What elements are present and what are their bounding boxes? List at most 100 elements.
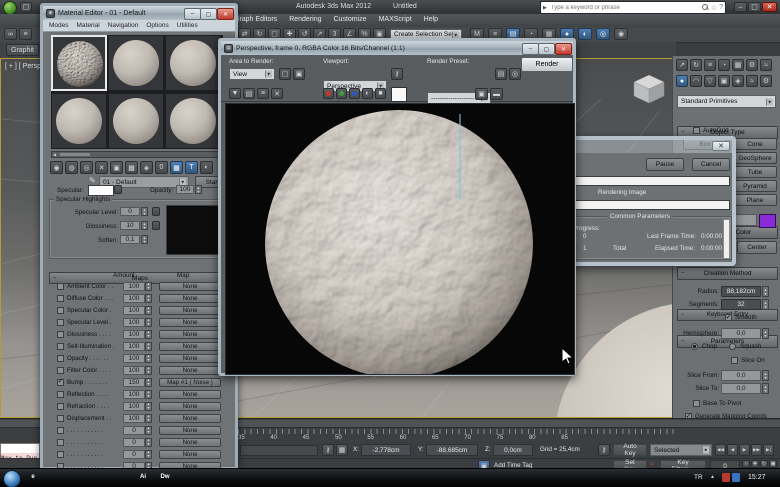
- me-toolbar-icon[interactable]: ▩: [125, 161, 138, 174]
- me-maximize-button[interactable]: ▢: [200, 8, 217, 20]
- menu-item[interactable]: Graph Editors: [234, 16, 277, 23]
- me-menu-item[interactable]: Options: [146, 22, 168, 29]
- auto-key-button[interactable]: Auto Key: [613, 443, 647, 457]
- close-button[interactable]: ✕: [762, 2, 777, 12]
- favorites-star-icon[interactable]: ☆: [711, 4, 717, 12]
- map-amount-field[interactable]: 100: [123, 401, 145, 411]
- base-to-pivot-checkbox[interactable]: [693, 400, 700, 407]
- map-enable-checkbox[interactable]: [57, 438, 64, 446]
- soften-field[interactable]: 0,1: [120, 235, 140, 244]
- category-dropdown[interactable]: Standard Primitives: [677, 95, 776, 108]
- taskbar-app-icon[interactable]: Dw: [158, 471, 172, 483]
- map-amount-field[interactable]: 100: [123, 281, 145, 291]
- taskbar-app-icon[interactable]: [224, 471, 238, 483]
- nav-icon[interactable]: ↻: [760, 460, 768, 468]
- minimize-button[interactable]: –: [734, 2, 747, 12]
- panel-tab-icon[interactable]: ⚙: [746, 59, 758, 71]
- me-toolbar-icon[interactable]: T: [185, 161, 198, 174]
- map-enable-checkbox[interactable]: [57, 378, 64, 386]
- hemisphere-spinner[interactable]: [762, 328, 769, 339]
- map-amount-field[interactable]: 100: [123, 293, 145, 303]
- map-enable-checkbox[interactable]: [57, 294, 64, 302]
- menu-item[interactable]: Help: [424, 16, 438, 23]
- map-amount-field[interactable]: 100: [123, 317, 145, 327]
- me-toolbar-icon[interactable]: 0: [155, 161, 168, 174]
- panel-subtab-icon[interactable]: ●: [676, 75, 688, 87]
- me-toolbar-icon[interactable]: ✕: [95, 161, 108, 174]
- smooth-checkbox[interactable]: [725, 314, 732, 321]
- map-amount-spinner[interactable]: [145, 365, 152, 375]
- me-toolbar-icon[interactable]: ◉: [50, 161, 63, 174]
- slice-on-checkbox[interactable]: [731, 357, 738, 364]
- opacity-spinner[interactable]: [195, 185, 202, 194]
- rfw-toolbar-icon[interactable]: ✕: [271, 88, 283, 99]
- map-amount-spinner[interactable]: [145, 401, 152, 411]
- map-button[interactable]: None: [159, 305, 221, 315]
- toolbar-icon[interactable]: ∞: [4, 28, 17, 40]
- map-amount-spinner[interactable]: [145, 389, 152, 399]
- segments-field[interactable]: 32: [721, 299, 761, 310]
- rfw-toolbar-icon[interactable]: ▤: [243, 88, 255, 99]
- primitive-button[interactable]: GeoSphere: [733, 152, 777, 164]
- playback-icon[interactable]: ◀: [727, 444, 738, 456]
- auto-region-icon[interactable]: ▣: [293, 68, 305, 80]
- panel-subtab-icon[interactable]: ⚙: [760, 75, 772, 87]
- map-amount-spinner[interactable]: [145, 281, 152, 291]
- z-field[interactable]: 0,0cm: [493, 444, 533, 456]
- map-amount-field[interactable]: 0: [123, 449, 145, 459]
- playback-icon[interactable]: ▶▶: [751, 444, 762, 456]
- panel-subtab-icon[interactable]: ▽: [704, 75, 716, 87]
- map-button[interactable]: None: [159, 281, 221, 291]
- environment-icon[interactable]: ◎: [509, 68, 521, 80]
- rfw-minimize-button[interactable]: –: [522, 43, 539, 55]
- taskbar-app-icon[interactable]: e: [26, 471, 40, 483]
- panel-subtab-icon[interactable]: ≈: [746, 75, 758, 87]
- map-button[interactable]: None: [159, 353, 221, 363]
- creation-method-rollout[interactable]: Creation Method: [677, 267, 778, 280]
- search-icon[interactable]: [701, 4, 709, 11]
- search-box[interactable]: ▶ ☆ ?: [540, 1, 726, 14]
- autogrid-checkbox[interactable]: [693, 127, 700, 134]
- specular-level-spinner[interactable]: [141, 207, 148, 216]
- squash-radio[interactable]: [729, 343, 737, 350]
- me-menu-item[interactable]: Navigation: [108, 22, 139, 29]
- chop-radio[interactable]: [691, 343, 698, 350]
- edit-region-icon[interactable]: ▢: [279, 68, 291, 80]
- pause-button[interactable]: Pause: [646, 158, 684, 171]
- specular-swatch[interactable]: [88, 185, 114, 196]
- nav-icon[interactable]: ✚: [751, 460, 759, 468]
- map-button[interactable]: None: [159, 341, 221, 351]
- map-button[interactable]: Map #1 ( Noise ): [159, 377, 221, 387]
- me-close-button[interactable]: ✕: [217, 8, 234, 20]
- map-amount-spinner[interactable]: [145, 353, 152, 363]
- map-amount-spinner[interactable]: [145, 437, 152, 447]
- glossiness-spinner[interactable]: [141, 221, 148, 230]
- map-enable-checkbox[interactable]: [57, 282, 64, 290]
- help-icon[interactable]: ?: [719, 4, 723, 11]
- toolbar-icon[interactable]: ◉: [614, 28, 628, 40]
- map-enable-checkbox[interactable]: [57, 354, 64, 362]
- taskbar-app-icon[interactable]: [92, 471, 106, 483]
- specular-level-map-button[interactable]: [152, 207, 160, 216]
- y-field[interactable]: -88,685cm: [426, 444, 478, 456]
- taskbar-app-icon[interactable]: [48, 471, 62, 483]
- map-amount-spinner[interactable]: [145, 317, 152, 327]
- layout-toggle-icon[interactable]: ▣: [475, 88, 488, 100]
- me-toolbar-icon[interactable]: ◐: [200, 161, 213, 174]
- panel-subtab-icon[interactable]: ▣: [718, 75, 730, 87]
- map-enable-checkbox[interactable]: [57, 330, 64, 338]
- me-toolbar-icon[interactable]: ▣: [110, 161, 123, 174]
- primitive-button[interactable]: Tube: [733, 166, 777, 178]
- selection-lock-icon[interactable]: ⚷: [322, 444, 334, 456]
- map-button[interactable]: None: [159, 317, 221, 327]
- map-amount-spinner[interactable]: [145, 425, 152, 435]
- playback-icon[interactable]: ▶: [739, 444, 750, 456]
- map-enable-checkbox[interactable]: [57, 318, 64, 326]
- map-amount-spinner[interactable]: [145, 305, 152, 315]
- primitive-button[interactable]: Pyramid: [733, 180, 777, 192]
- map-enable-checkbox[interactable]: [57, 426, 64, 434]
- map-button[interactable]: None: [159, 425, 221, 435]
- map-amount-field[interactable]: 100: [123, 341, 145, 351]
- panel-tab-icon[interactable]: ↗: [676, 59, 688, 71]
- toolbar-icon[interactable]: ◐: [578, 28, 592, 40]
